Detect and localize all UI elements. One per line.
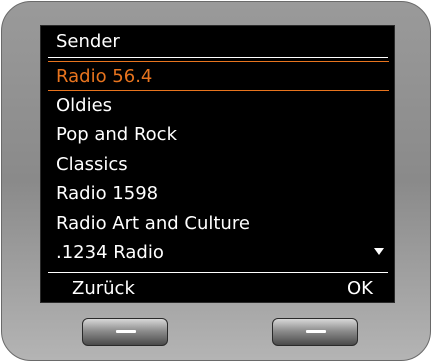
list-item[interactable]: Pop and Rock [41, 120, 396, 150]
dash-icon [306, 330, 326, 333]
left-softkey-button[interactable] [82, 318, 168, 346]
scroll-down-icon [374, 248, 384, 255]
softkey-divider [48, 272, 388, 273]
list-item[interactable]: Radio Art and Culture [41, 209, 396, 239]
softkey-back-label: Zurück [72, 278, 135, 299]
display-screen: Sender Radio 56.4 Oldies Pop and Rock Cl… [40, 25, 395, 303]
phone-device: Sender Radio 56.4 Oldies Pop and Rock Cl… [1, 1, 431, 361]
right-softkey-button[interactable] [272, 318, 358, 346]
station-list: Radio 56.4 Oldies Pop and Rock Classics … [41, 61, 396, 268]
screen-title: Sender [56, 31, 120, 52]
list-item[interactable]: Oldies [41, 91, 396, 121]
dash-icon [116, 330, 136, 333]
list-item[interactable]: Classics [41, 150, 396, 180]
softkey-ok-label: OK [347, 278, 373, 299]
header-divider [48, 57, 388, 58]
list-item[interactable]: Radio 1598 [41, 179, 396, 209]
list-item[interactable]: .1234 Radio [41, 238, 396, 268]
list-item-selected[interactable]: Radio 56.4 [48, 61, 389, 91]
